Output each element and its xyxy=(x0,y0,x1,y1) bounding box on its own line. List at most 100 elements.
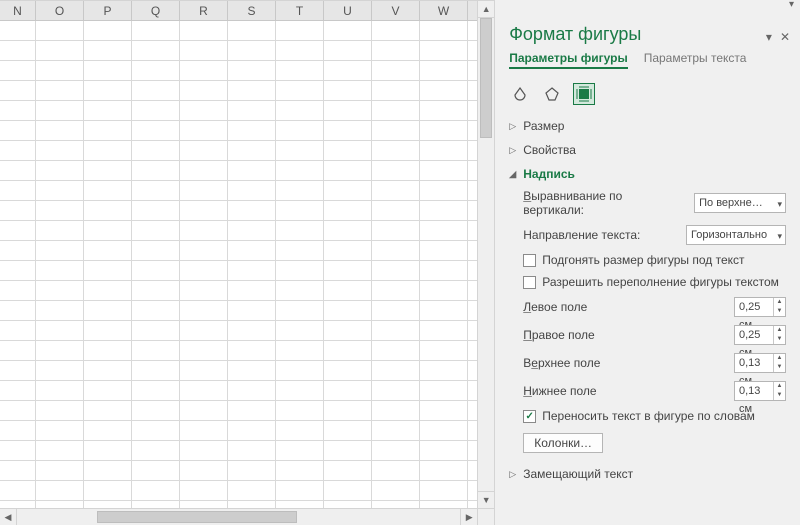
scroll-down-arrow-icon[interactable]: ▼ xyxy=(478,491,494,508)
grid-row[interactable] xyxy=(0,81,477,101)
cell[interactable] xyxy=(84,281,132,300)
cell[interactable] xyxy=(132,361,180,380)
cell[interactable] xyxy=(324,161,372,180)
grid-row[interactable] xyxy=(0,21,477,41)
cell[interactable] xyxy=(228,81,276,100)
cell[interactable] xyxy=(276,181,324,200)
cell[interactable] xyxy=(36,141,84,160)
cell[interactable] xyxy=(420,481,468,500)
cell[interactable] xyxy=(180,21,228,40)
grid[interactable]: N O P Q R S T U V W xyxy=(0,1,477,508)
cell[interactable] xyxy=(180,201,228,220)
cell[interactable] xyxy=(180,161,228,180)
cell[interactable] xyxy=(228,341,276,360)
grid-row[interactable] xyxy=(0,221,477,241)
cell[interactable] xyxy=(324,181,372,200)
cell[interactable] xyxy=(324,261,372,280)
cell[interactable] xyxy=(84,501,132,508)
cell[interactable] xyxy=(132,401,180,420)
cell[interactable] xyxy=(372,241,420,260)
cell[interactable] xyxy=(84,261,132,280)
cell[interactable] xyxy=(180,241,228,260)
grid-row[interactable] xyxy=(0,101,477,121)
cell[interactable] xyxy=(36,41,84,60)
cell[interactable] xyxy=(180,141,228,160)
overflow-checkbox[interactable] xyxy=(523,276,536,289)
cell[interactable] xyxy=(228,41,276,60)
cell[interactable] xyxy=(84,421,132,440)
cell[interactable] xyxy=(228,401,276,420)
cell[interactable] xyxy=(372,361,420,380)
vertical-scrollbar[interactable]: ▲ ▼ xyxy=(477,1,494,508)
horizontal-scrollbar[interactable]: ◀ ▶ xyxy=(0,508,494,525)
cell[interactable] xyxy=(0,181,36,200)
cell[interactable] xyxy=(324,61,372,80)
cell[interactable] xyxy=(132,241,180,260)
cell[interactable] xyxy=(132,41,180,60)
cell[interactable] xyxy=(0,321,36,340)
vscroll-track[interactable] xyxy=(478,18,494,491)
hscroll-track[interactable] xyxy=(17,509,460,525)
cell[interactable] xyxy=(132,501,180,508)
cell[interactable] xyxy=(36,281,84,300)
cell[interactable] xyxy=(0,201,36,220)
grid-row[interactable] xyxy=(0,381,477,401)
cell[interactable] xyxy=(0,501,36,508)
cell[interactable] xyxy=(276,461,324,480)
cell[interactable] xyxy=(324,321,372,340)
cell[interactable] xyxy=(36,421,84,440)
col-header[interactable]: O xyxy=(36,1,84,20)
cell[interactable] xyxy=(324,221,372,240)
cell[interactable] xyxy=(276,21,324,40)
cell[interactable] xyxy=(180,441,228,460)
cell[interactable] xyxy=(324,381,372,400)
cell[interactable] xyxy=(228,501,276,508)
cell[interactable] xyxy=(372,281,420,300)
cell[interactable] xyxy=(420,421,468,440)
cell[interactable] xyxy=(36,81,84,100)
grid-row[interactable] xyxy=(0,41,477,61)
cell[interactable] xyxy=(0,81,36,100)
cell[interactable] xyxy=(324,41,372,60)
cell[interactable] xyxy=(372,121,420,140)
cell[interactable] xyxy=(84,141,132,160)
cell[interactable] xyxy=(180,281,228,300)
cell[interactable] xyxy=(84,41,132,60)
grid-row[interactable] xyxy=(0,321,477,341)
col-header[interactable]: U xyxy=(324,1,372,20)
cell[interactable] xyxy=(0,481,36,500)
cell[interactable] xyxy=(324,101,372,120)
cell[interactable] xyxy=(228,481,276,500)
cell[interactable] xyxy=(0,441,36,460)
cell[interactable] xyxy=(132,481,180,500)
cell[interactable] xyxy=(276,501,324,508)
cell[interactable] xyxy=(228,361,276,380)
grid-row[interactable] xyxy=(0,481,477,501)
fill-line-icon[interactable] xyxy=(509,83,531,105)
section-size-header[interactable]: ▷ Размер xyxy=(509,117,786,135)
cell[interactable] xyxy=(180,61,228,80)
grid-row[interactable] xyxy=(0,401,477,421)
cell[interactable] xyxy=(420,121,468,140)
cell[interactable] xyxy=(372,461,420,480)
cell[interactable] xyxy=(276,301,324,320)
cell[interactable] xyxy=(228,181,276,200)
tab-text-options[interactable]: Параметры текста xyxy=(644,51,747,69)
cell[interactable] xyxy=(132,301,180,320)
cell[interactable] xyxy=(228,301,276,320)
cell[interactable] xyxy=(84,121,132,140)
cell[interactable] xyxy=(420,161,468,180)
cell[interactable] xyxy=(228,221,276,240)
cell[interactable] xyxy=(0,281,36,300)
cell[interactable] xyxy=(36,121,84,140)
cell[interactable] xyxy=(276,481,324,500)
cell[interactable] xyxy=(36,241,84,260)
cell[interactable] xyxy=(84,201,132,220)
cell[interactable] xyxy=(84,341,132,360)
autofit-checkbox[interactable] xyxy=(523,254,536,267)
cell[interactable] xyxy=(276,281,324,300)
cell[interactable] xyxy=(276,101,324,120)
cell[interactable] xyxy=(132,161,180,180)
cell[interactable] xyxy=(324,501,372,508)
col-header[interactable]: W xyxy=(420,1,468,20)
